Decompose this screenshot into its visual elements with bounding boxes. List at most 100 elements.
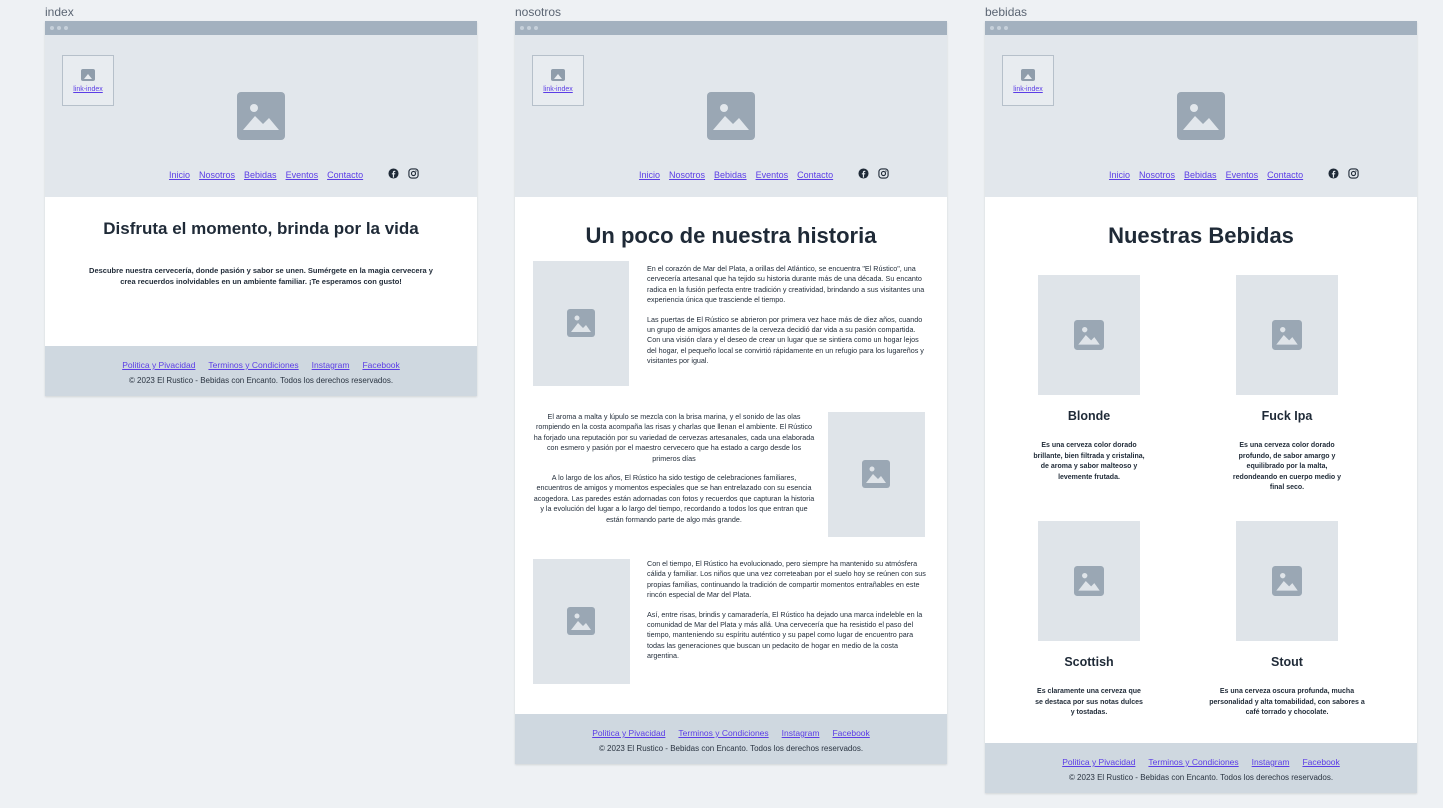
nav-bebidas[interactable]: Bebidas: [714, 170, 747, 180]
nav-eventos[interactable]: Eventos: [1226, 170, 1259, 180]
nav-bebidas[interactable]: Bebidas: [244, 170, 277, 180]
nav-inicio[interactable]: Inicio: [169, 170, 190, 180]
beer-description: Es claramente una cerveza que se destaca…: [1035, 688, 1143, 716]
frame-title-bebidas: bebidas: [985, 5, 1028, 19]
beer-description: Es una cerveza oscura profunda, mucha pe…: [1209, 688, 1365, 716]
footer-link-facebook[interactable]: Facebook: [362, 360, 399, 370]
story-image-2: [828, 412, 925, 537]
window-chrome: [515, 21, 947, 35]
beer-name: Fuck Ipa: [1261, 409, 1313, 423]
logo-link-label[interactable]: link-index: [1013, 86, 1043, 93]
nav-contacto[interactable]: Contacto: [797, 170, 833, 180]
copyright: © 2023 El Rustico - Bebidas con Encanto.…: [128, 376, 394, 385]
beer-image: [1236, 521, 1338, 641]
footer-link-privacy[interactable]: Politica y Pivacidad: [592, 728, 665, 738]
instagram-icon[interactable]: [408, 168, 419, 179]
logo-link[interactable]: link-index: [532, 55, 584, 106]
story-text-1: En el corazón de Mar del Plata, a orilla…: [647, 264, 927, 376]
paragraph: A lo largo de los años, El Rústico ha si…: [533, 473, 815, 524]
paragraph: Así, entre risas, brindis y camaradería,…: [647, 609, 923, 661]
hero-image-icon: [237, 92, 285, 140]
frame-title-index: index: [45, 5, 74, 19]
page-title: Disfruta el momento, brinda por la vida: [103, 219, 419, 238]
beer-card: Stout Es una cerveza oscura profunda, mu…: [1209, 521, 1365, 719]
nav-inicio[interactable]: Inicio: [1109, 170, 1130, 180]
footer-link-terms[interactable]: Terminos y Condiciones: [678, 728, 768, 738]
social-links: [1328, 168, 1359, 179]
site-header: link-index Inicio Nosotros Bebidas Event…: [985, 35, 1417, 197]
beer-card: Fuck Ipa Es una cerveza color dorado pro…: [1212, 275, 1362, 494]
nav-nosotros[interactable]: Nosotros: [199, 170, 235, 180]
site-header: link-index Inicio Nosotros Bebidas Event…: [515, 35, 947, 197]
facebook-icon[interactable]: [388, 168, 399, 179]
logo-link-label[interactable]: link-index: [73, 86, 103, 93]
instagram-icon[interactable]: [878, 168, 889, 179]
footer-link-terms[interactable]: Terminos y Condiciones: [1148, 757, 1238, 767]
nav-eventos[interactable]: Eventos: [286, 170, 319, 180]
footer-link-instagram[interactable]: Instagram: [312, 360, 350, 370]
footer-link-facebook[interactable]: Facebook: [1302, 757, 1339, 767]
beer-card: Scottish Es claramente una cerveza que s…: [1014, 521, 1164, 719]
site-footer: Politica y Pivacidad Terminos y Condicio…: [515, 714, 947, 764]
paragraph: Con el tiempo, El Rústico ha evolucionad…: [647, 559, 926, 600]
facebook-icon[interactable]: [858, 168, 869, 179]
footer-link-terms[interactable]: Terminos y Condiciones: [208, 360, 298, 370]
footer-link-privacy[interactable]: Politica y Pivacidad: [122, 360, 195, 370]
copyright: © 2023 El Rustico - Bebidas con Encanto.…: [1068, 773, 1334, 782]
paragraph: El aroma a malta y lúpulo se mezcla con …: [533, 412, 815, 463]
beer-image: [1236, 275, 1338, 395]
image-icon: [81, 68, 95, 81]
hero-image-icon: [1177, 92, 1225, 140]
frame-bebidas: link-index Inicio Nosotros Bebidas Event…: [985, 21, 1417, 793]
facebook-icon[interactable]: [1328, 168, 1339, 179]
logo-link[interactable]: link-index: [62, 55, 114, 106]
frame-index: link-index Inicio Nosotros Bebidas Event…: [45, 21, 477, 396]
nav-nosotros[interactable]: Nosotros: [1139, 170, 1175, 180]
social-links: [858, 168, 889, 179]
nav-contacto[interactable]: Contacto: [1267, 170, 1303, 180]
site-header: link-index Inicio Nosotros Bebidas Event…: [45, 35, 477, 197]
index-main: Disfruta el momento, brinda por la vida …: [45, 197, 477, 346]
beer-name: Stout: [1271, 655, 1303, 669]
page-title: Nuestras Bebidas: [1108, 223, 1294, 248]
story-image-3: [533, 559, 630, 684]
footer-link-privacy[interactable]: Politica y Pivacidad: [1062, 757, 1135, 767]
frame-title-nosotros: nosotros: [515, 5, 562, 19]
hero-image-icon: [707, 92, 755, 140]
social-links: [388, 168, 419, 179]
beer-description: Es una cerveza color dorado brillante, b…: [1033, 442, 1145, 481]
story-text-3: Con el tiempo, El Rústico ha evolucionad…: [647, 559, 927, 671]
paragraph: Las puertas de El Rústico se abrieron po…: [647, 314, 924, 366]
footer-link-instagram[interactable]: Instagram: [782, 728, 820, 738]
page-title: Un poco de nuestra historia: [585, 223, 877, 248]
story-text-2: El aroma a malta y lúpulo se mezcla con …: [533, 412, 815, 534]
beer-image: [1038, 275, 1140, 395]
nav-bebidas[interactable]: Bebidas: [1184, 170, 1217, 180]
beer-name: Blonde: [1067, 409, 1111, 423]
nosotros-main: Un poco de nuestra historia En el corazó…: [515, 197, 947, 714]
frame-nosotros: link-index Inicio Nosotros Bebidas Event…: [515, 21, 947, 764]
tagline: Descubre nuestra cervecería, donde pasió…: [89, 266, 433, 286]
main-nav: Inicio Nosotros Bebidas Eventos Contacto: [639, 170, 833, 180]
nav-inicio[interactable]: Inicio: [639, 170, 660, 180]
nav-eventos[interactable]: Eventos: [756, 170, 789, 180]
copyright: © 2023 El Rustico - Bebidas con Encanto.…: [598, 744, 864, 753]
instagram-icon[interactable]: [1348, 168, 1359, 179]
logo-link-label[interactable]: link-index: [543, 86, 573, 93]
main-nav: Inicio Nosotros Bebidas Eventos Contacto: [1109, 170, 1303, 180]
beer-name: Scottish: [1064, 655, 1114, 669]
site-footer: Politica y Pivacidad Terminos y Condicio…: [45, 346, 477, 396]
image-icon: [551, 68, 565, 81]
logo-link[interactable]: link-index: [1002, 55, 1054, 106]
paragraph: En el corazón de Mar del Plata, a orilla…: [647, 264, 925, 305]
footer-link-facebook[interactable]: Facebook: [832, 728, 869, 738]
window-chrome: [45, 21, 477, 35]
main-nav: Inicio Nosotros Bebidas Eventos Contacto: [169, 170, 363, 180]
nav-contacto[interactable]: Contacto: [327, 170, 363, 180]
nav-nosotros[interactable]: Nosotros: [669, 170, 705, 180]
footer-link-instagram[interactable]: Instagram: [1252, 757, 1290, 767]
image-icon: [1021, 68, 1035, 81]
story-image-1: [533, 261, 629, 386]
beer-description: Es una cerveza color dorado profundo, de…: [1232, 442, 1342, 491]
beer-image: [1038, 521, 1140, 641]
